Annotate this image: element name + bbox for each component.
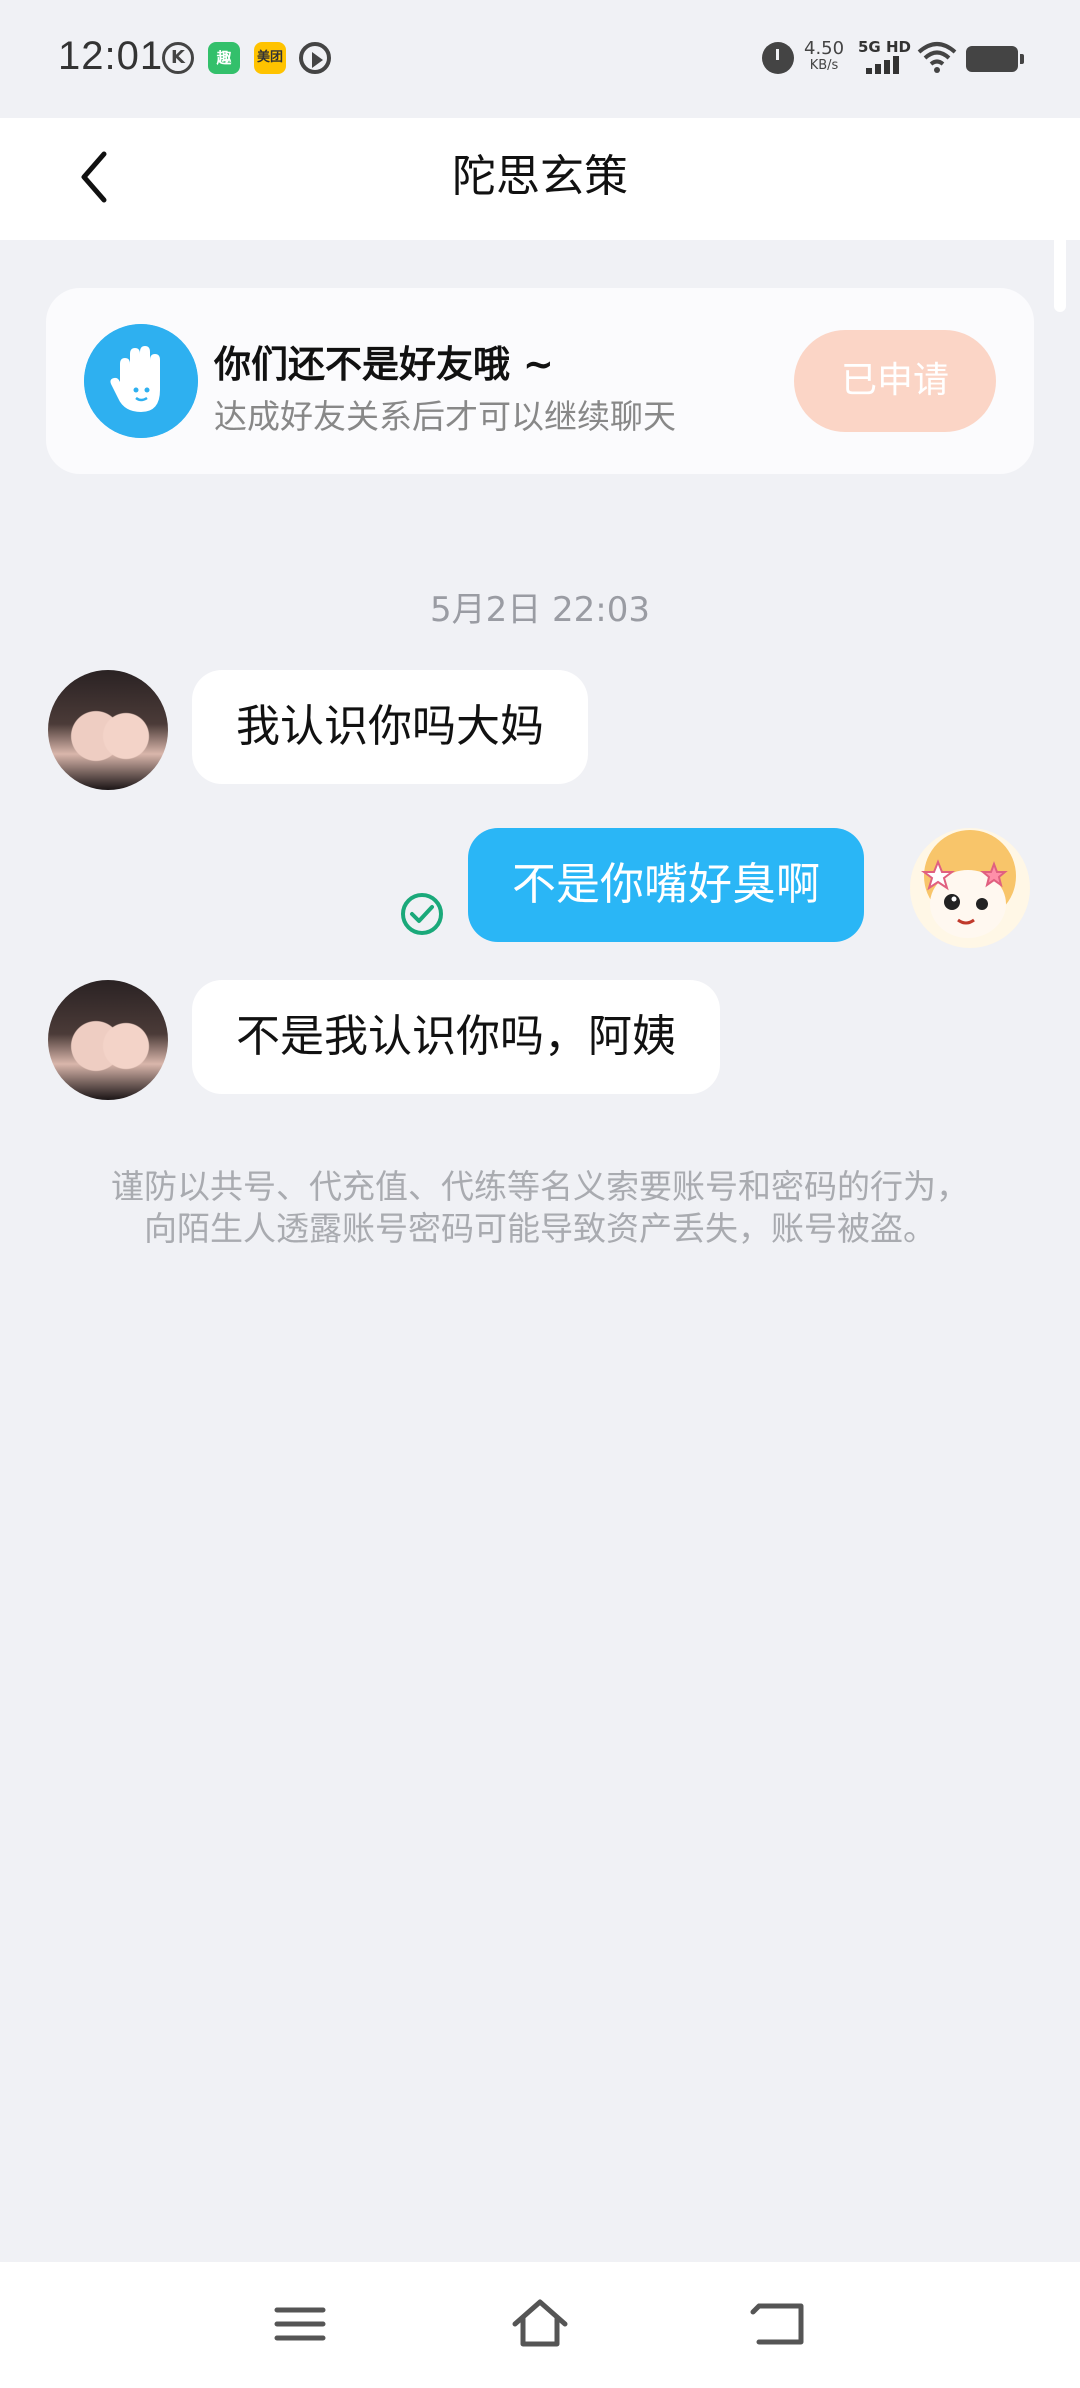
k-icon: K <box>162 42 194 74</box>
chat-header: 陀思玄策 <box>0 118 1080 240</box>
message-bubble-outgoing[interactable]: 不是你嘴好臭啊 <box>468 828 864 942</box>
home-icon[interactable] <box>505 2292 575 2356</box>
friend-request-card: 你们还不是好友哦 ~ 达成好友关系后才可以继续聊天 已申请 <box>46 288 1034 474</box>
friend-card-title: 你们还不是好友哦 ~ <box>214 343 554 386</box>
net-speed: 4.50 KB/s <box>804 40 844 74</box>
read-check-icon <box>401 893 443 935</box>
avatar[interactable] <box>48 980 168 1100</box>
net-speed-value: 4.50 <box>804 38 845 59</box>
message-bubble-incoming[interactable]: 不是我认识你吗，阿姨 <box>192 980 720 1094</box>
wifi-icon <box>917 42 957 73</box>
friend-card-subtitle: 达成好友关系后才可以继续聊天 <box>214 397 676 436</box>
status-bar: 12:01 K 趣 美团 4.50 KB/s 5G HD <box>0 0 1080 118</box>
signal-icon <box>866 56 906 74</box>
hand-wave-icon <box>84 324 198 438</box>
avatar[interactable] <box>48 670 168 790</box>
status-time: 12:01 <box>58 34 164 78</box>
my-avatar[interactable] <box>910 828 1030 948</box>
network-type: 5G HD <box>858 38 911 56</box>
meituan-icon: 美团 <box>254 42 286 74</box>
scrollbar[interactable] <box>1054 212 1066 312</box>
security-notice: 谨防以共号、代充值、代练等名义索要账号和密码的行为，向陌生人透露账号密码可能导致… <box>111 1167 969 1248</box>
applied-button[interactable]: 已申请 <box>794 330 996 432</box>
play-icon <box>299 42 331 74</box>
back-icon[interactable] <box>745 2292 815 2356</box>
page-title: 陀思玄策 <box>452 151 628 202</box>
battery-icon <box>966 46 1024 72</box>
system-nav-bar <box>0 2262 1080 2388</box>
qutoutiao-icon: 趣 <box>208 42 240 74</box>
menu-icon[interactable] <box>265 2292 335 2356</box>
cartoon-face-icon <box>921 830 1016 938</box>
alarm-icon <box>762 42 794 74</box>
message-bubble-incoming[interactable]: 我认识你吗大妈 <box>192 670 588 784</box>
chat-timestamp: 5月2日 22:03 <box>429 590 651 630</box>
net-speed-unit: KB/s <box>809 58 839 73</box>
